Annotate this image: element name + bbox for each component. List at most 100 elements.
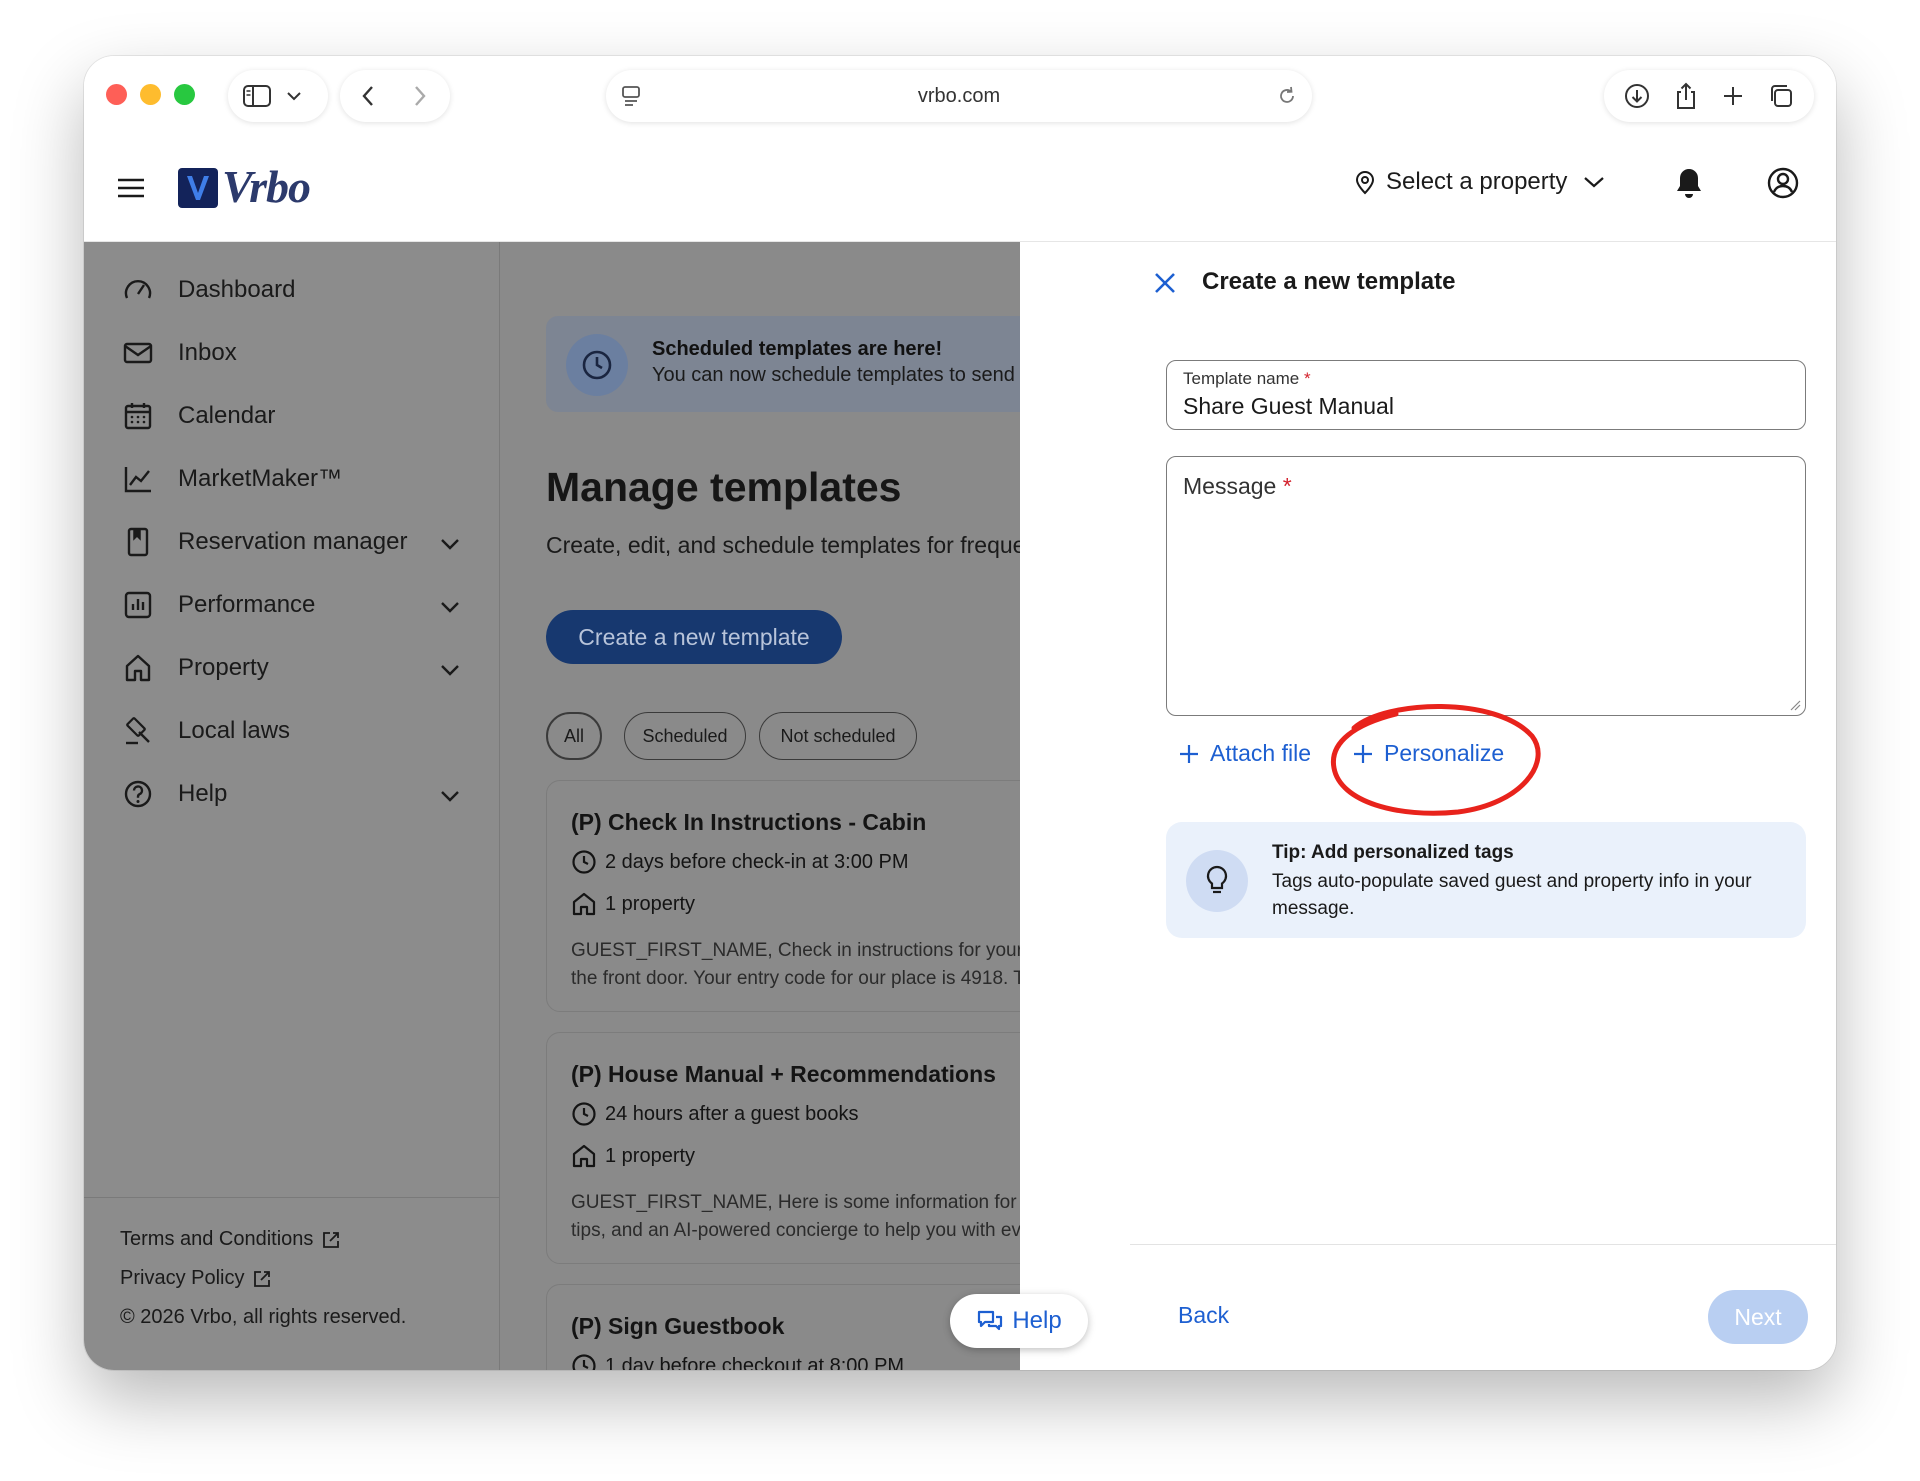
- chevron-down-icon[interactable]: [286, 90, 302, 102]
- sidebar-footer-divider: [84, 1197, 499, 1198]
- chevron-down-icon[interactable]: [440, 782, 460, 810]
- mail-icon: [120, 335, 156, 371]
- sidebar-toggle-group: [228, 70, 328, 122]
- back-arrow-icon[interactable]: [360, 84, 376, 108]
- bar-chart-icon: [120, 587, 156, 623]
- clock-icon: [571, 849, 597, 875]
- bookmark-icon: [120, 524, 156, 560]
- sidebar-item-label: Inbox: [178, 339, 237, 366]
- sidebar-item-calendar[interactable]: Calendar: [120, 396, 460, 436]
- close-window-button[interactable]: [106, 84, 127, 105]
- filter-chip-not-scheduled[interactable]: Not scheduled: [759, 712, 917, 760]
- sidebar-toggle-icon[interactable]: [242, 84, 272, 108]
- gavel-icon: [120, 713, 156, 749]
- next-button[interactable]: Next: [1708, 1290, 1808, 1344]
- preview-line: GUEST_FIRST_NAME, Here is some informati…: [571, 1192, 1020, 1213]
- browser-actions-group: [1604, 70, 1814, 122]
- sidebar-item-dashboard[interactable]: Dashboard: [120, 270, 460, 310]
- terms-label: Terms and Conditions: [120, 1228, 314, 1250]
- template-name-field[interactable]: Template name *: [1166, 360, 1806, 430]
- close-icon[interactable]: [1152, 270, 1178, 296]
- privacy-label: Privacy Policy: [120, 1267, 245, 1289]
- home-icon: [571, 891, 597, 917]
- template-card-properties: 1 property: [571, 891, 695, 917]
- required-mark: *: [1303, 369, 1311, 388]
- create-template-drawer: Create a new template Template name * Me…: [1130, 242, 1836, 1370]
- template-card[interactable]: (P) Sign Guestbook 1 day before checkout…: [546, 1284, 1020, 1370]
- download-icon[interactable]: [1623, 82, 1651, 110]
- forward-arrow-icon[interactable]: [412, 84, 428, 108]
- external-link-icon: [252, 1269, 272, 1289]
- filter-chip-scheduled[interactable]: Scheduled: [624, 712, 746, 760]
- vrbo-logo-icon[interactable]: [178, 168, 218, 208]
- sidebar-item-label: Property: [178, 654, 269, 681]
- sidebar-item-reservation-manager[interactable]: Reservation manager: [120, 522, 460, 562]
- schedule-text: 1 day before checkout at 8:00 PM: [605, 1354, 905, 1371]
- plus-icon: [1178, 743, 1200, 765]
- label-text: Template name: [1183, 369, 1300, 388]
- template-card-properties: 1 property: [571, 1143, 695, 1169]
- minimize-window-button[interactable]: [140, 84, 161, 105]
- back-button[interactable]: Back: [1178, 1302, 1229, 1329]
- annotation-circle: [1330, 704, 1541, 816]
- help-icon: [120, 776, 156, 812]
- message-label: Message *: [1183, 473, 1292, 500]
- chevron-down-icon[interactable]: [440, 593, 460, 621]
- site-header: Vrbo Select a property: [84, 136, 1836, 242]
- bell-icon[interactable]: [1674, 166, 1704, 200]
- sidebar-item-label: Help: [178, 780, 228, 807]
- chevron-down-icon[interactable]: [440, 530, 460, 558]
- sidebar-item-label: Local laws: [178, 717, 291, 744]
- chat-bubbles-icon: [976, 1308, 1004, 1334]
- brand-wordmark[interactable]: Vrbo: [222, 160, 311, 213]
- resize-handle-icon[interactable]: [1789, 699, 1801, 711]
- address-bar[interactable]: vrbo.com: [606, 70, 1312, 122]
- sidebar-item-inbox[interactable]: Inbox: [120, 333, 460, 373]
- sidebar-item-property[interactable]: Property: [120, 648, 460, 688]
- create-template-button[interactable]: Create a new template: [546, 610, 842, 664]
- tip-title: Tip: Add personalized tags: [1272, 842, 1514, 863]
- terms-link[interactable]: Terms and Conditions: [120, 1228, 341, 1251]
- sidebar-item-marketmaker[interactable]: MarketMaker™: [120, 459, 460, 499]
- hamburger-menu-icon[interactable]: [116, 176, 146, 200]
- zoom-window-button[interactable]: [174, 84, 195, 105]
- main-content: Scheduled templates are here! You can no…: [500, 242, 1020, 1370]
- new-tab-icon[interactable]: [1721, 84, 1745, 108]
- filter-chip-all[interactable]: All: [546, 712, 602, 760]
- template-card-preview: GUEST_FIRST_NAME, Check in instructions …: [571, 937, 1020, 993]
- privacy-link[interactable]: Privacy Policy: [120, 1267, 272, 1290]
- label-text: Message: [1183, 473, 1277, 499]
- calendar-icon: [120, 398, 156, 434]
- share-icon[interactable]: [1673, 81, 1699, 111]
- reload-icon[interactable]: [1276, 84, 1298, 108]
- tip-banner: Tip: Add personalized tags Tags auto-pop…: [1166, 822, 1806, 938]
- location-pin-icon: [1354, 169, 1376, 195]
- template-card-title: (P) House Manual + Recommendations: [571, 1061, 996, 1087]
- home-icon: [571, 1143, 597, 1169]
- attach-file-button[interactable]: Attach file: [1178, 740, 1311, 767]
- template-card-title: (P) Sign Guestbook: [571, 1313, 785, 1339]
- template-card[interactable]: (P) House Manual + Recommendations 24 ho…: [546, 1032, 1020, 1264]
- clock-icon: [571, 1353, 597, 1370]
- sidebar-item-performance[interactable]: Performance: [120, 585, 460, 625]
- attach-file-label: Attach file: [1210, 740, 1311, 766]
- sidebar-item-local-laws[interactable]: Local laws: [120, 711, 460, 751]
- template-name-input[interactable]: [1183, 393, 1783, 420]
- select-property-dropdown[interactable]: Select a property: [1354, 168, 1605, 196]
- account-icon[interactable]: [1766, 166, 1800, 200]
- help-button[interactable]: Help: [950, 1294, 1088, 1348]
- clock-icon: [571, 1101, 597, 1127]
- template-card-schedule: 2 days before check-in at 3:00 PM: [571, 849, 909, 875]
- browser-window: vrbo.com Vrbo Select a property Dashboar…: [84, 56, 1836, 1370]
- tip-text: Tags auto-populate saved guest and prope…: [1272, 871, 1752, 919]
- schedule-text: 24 hours after a guest books: [605, 1102, 859, 1125]
- preview-line: GUEST_FIRST_NAME, Check in instructions …: [571, 940, 1020, 961]
- template-card[interactable]: (P) Check In Instructions - Cabin 2 days…: [546, 780, 1020, 1012]
- chevron-down-icon[interactable]: [440, 656, 460, 684]
- message-field[interactable]: Message *: [1166, 456, 1806, 716]
- home-icon: [120, 650, 156, 686]
- sidebar-item-help[interactable]: Help: [120, 774, 460, 814]
- browser-toolbar: vrbo.com: [84, 56, 1836, 136]
- tabs-overview-icon[interactable]: [1767, 82, 1795, 110]
- external-link-icon: [321, 1230, 341, 1250]
